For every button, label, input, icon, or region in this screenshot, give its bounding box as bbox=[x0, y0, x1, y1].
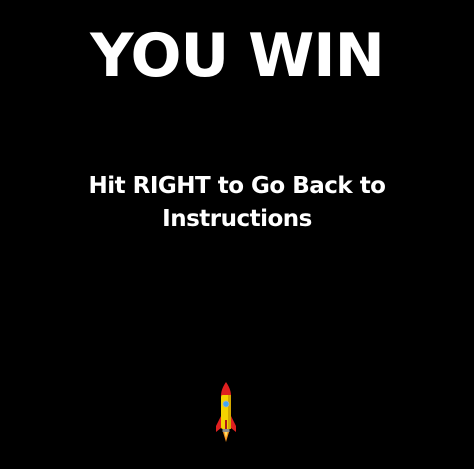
rocket-icon bbox=[216, 382, 236, 442]
game-over-screen: YOU WIN Hit RIGHT to Go Back to Instruct… bbox=[0, 0, 474, 469]
win-title: YOU WIN bbox=[90, 21, 385, 91]
instruction-text: Hit RIGHT to Go Back to Instructions bbox=[88, 173, 386, 232]
